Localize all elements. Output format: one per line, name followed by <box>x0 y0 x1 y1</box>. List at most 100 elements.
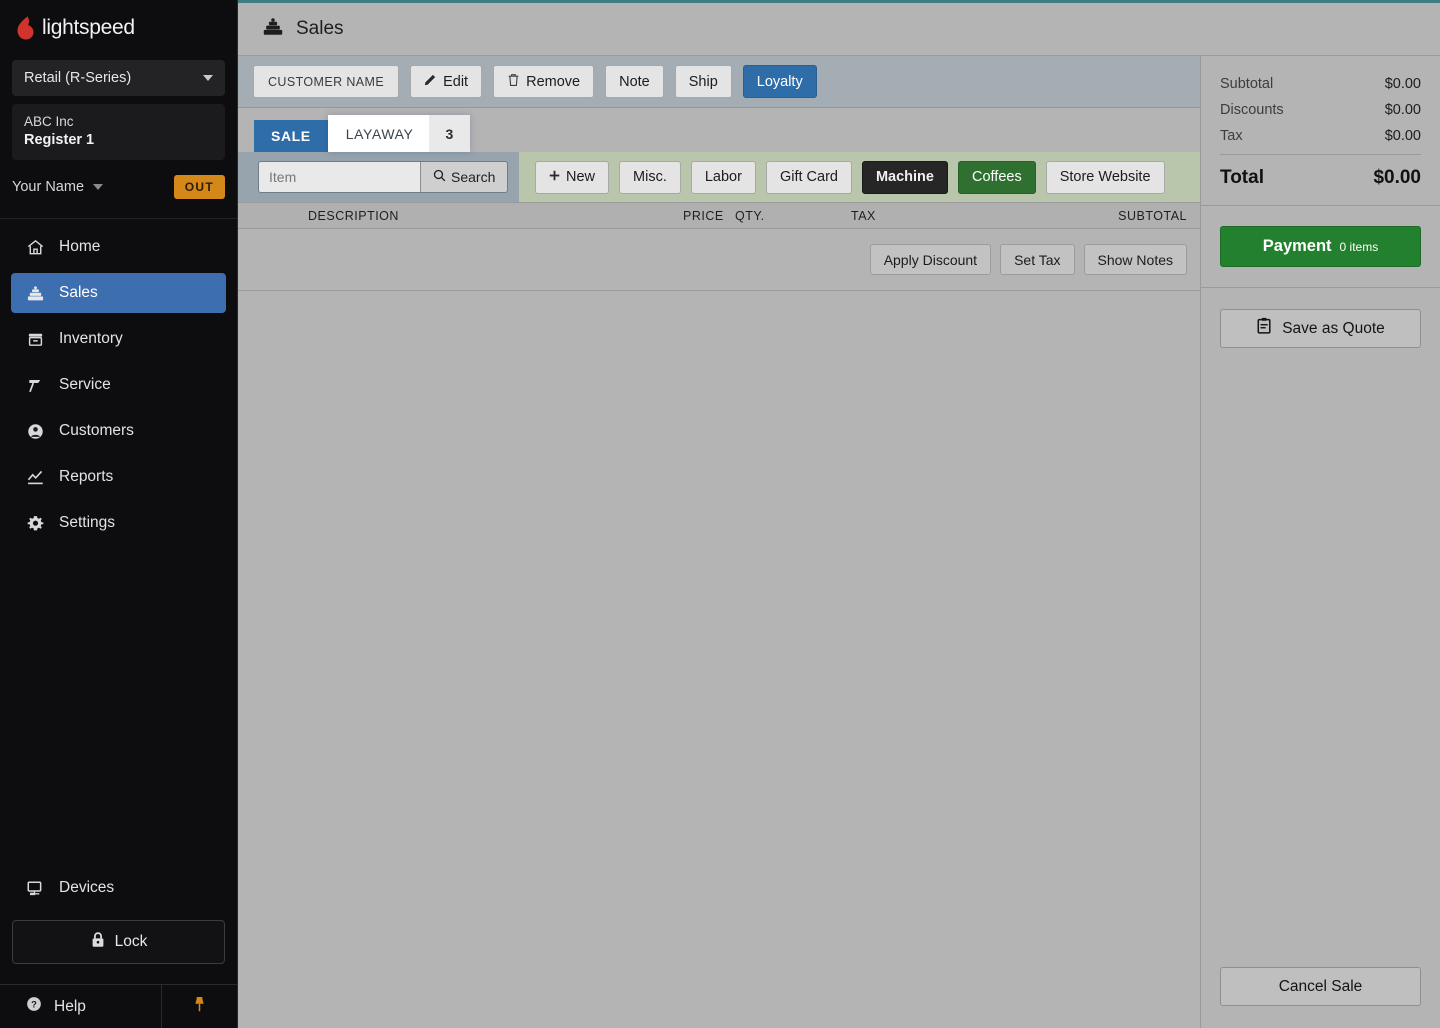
save-as-quote-label: Save as Quote <box>1282 319 1385 337</box>
remove-customer-button[interactable]: Remove <box>493 65 595 98</box>
home-icon <box>25 237 45 257</box>
search-button-label: Search <box>451 169 496 185</box>
clipboard-icon <box>1256 317 1273 340</box>
quick-coffees-button[interactable]: Coffees <box>957 160 1036 194</box>
sidebar-item-label: Inventory <box>59 330 123 347</box>
lock-button[interactable]: Lock <box>12 920 225 964</box>
sidebar-item-devices[interactable]: Devices <box>0 868 237 908</box>
store-company: ABC Inc <box>24 114 74 129</box>
totals-label: Discounts <box>1220 102 1284 118</box>
remove-customer-label: Remove <box>526 73 581 90</box>
monitor-icon <box>25 878 45 898</box>
quick-buttons: New Misc. Labor Gift Card Machine Coffee… <box>519 152 1200 202</box>
register-icon <box>25 283 45 303</box>
column-header-subtotal: SUBTOTAL <box>1118 208 1187 223</box>
quick-new-label: New <box>566 169 596 185</box>
sale-tabs: SALE LAYAWAY 3 <box>238 108 1200 152</box>
totals-value: $0.00 <box>1384 102 1421 118</box>
user-name: Your Name <box>12 179 85 195</box>
sidebar-item-label: Devices <box>59 879 115 896</box>
set-tax-button[interactable]: Set Tax <box>1000 244 1075 275</box>
tab-sale[interactable]: SALE <box>254 120 328 152</box>
quick-machine-button[interactable]: Machine <box>861 160 948 194</box>
sidebar-item-sales[interactable]: Sales <box>11 273 226 313</box>
totals-label: Tax <box>1220 128 1243 144</box>
cancel-section: Cancel Sale <box>1201 967 1440 1028</box>
sidebar-item-label: Customers <box>59 422 134 439</box>
sale-column: CUSTOMER NAME Edit Remove Note Ship Loya… <box>238 56 1201 1028</box>
quote-section: Save as Quote <box>1201 288 1440 348</box>
quick-labor-button[interactable]: Labor <box>690 160 756 194</box>
save-as-quote-button[interactable]: Save as Quote <box>1220 309 1421 348</box>
account-selector[interactable]: Retail (R-Series) <box>12 60 225 96</box>
totals-row-tax: Tax $0.00 <box>1220 128 1421 144</box>
payment-item-count: 0 items <box>1339 239 1379 254</box>
right-panel-spacer <box>1201 348 1440 967</box>
wrench-icon <box>25 375 45 395</box>
quick-gift-card-button[interactable]: Gift Card <box>765 160 852 194</box>
ship-button[interactable]: Ship <box>674 65 732 98</box>
total-label: Total <box>1220 167 1264 188</box>
quick-new-button[interactable]: New <box>535 160 610 194</box>
sidebar-divider <box>0 218 237 219</box>
loyalty-button[interactable]: Loyalty <box>742 65 817 98</box>
help-button[interactable]: ? Help <box>0 985 162 1028</box>
sidebar-item-reports[interactable]: Reports <box>11 457 226 497</box>
user-circle-icon <box>25 421 45 441</box>
column-header-price: PRICE <box>683 208 724 223</box>
register-icon <box>262 16 284 43</box>
lock-icon <box>90 931 106 954</box>
pin-sidebar-button[interactable] <box>162 985 237 1028</box>
totals-label: Subtotal <box>1220 76 1274 92</box>
show-notes-button[interactable]: Show Notes <box>1083 244 1187 275</box>
plus-icon <box>549 169 560 185</box>
sidebar-item-inventory[interactable]: Inventory <box>11 319 226 359</box>
sidebar-item-label: Home <box>59 238 101 255</box>
column-header-qty: QTY. <box>735 208 765 223</box>
clock-status-badge[interactable]: OUT <box>173 175 225 199</box>
sidebar-item-label: Sales <box>59 284 98 301</box>
cancel-sale-button[interactable]: Cancel Sale <box>1220 967 1421 1006</box>
main-area: Sales CUSTOMER NAME Edit Remove Note Shi… <box>238 0 1440 1028</box>
edit-customer-button[interactable]: Edit <box>410 65 483 98</box>
totals-row-discounts: Discounts $0.00 <box>1220 102 1421 118</box>
user-menu[interactable]: Your Name <box>12 179 104 195</box>
store-register: Register 1 <box>24 132 95 148</box>
payment-button[interactable]: Payment 0 items <box>1220 226 1421 267</box>
line-items-actions: Apply Discount Set Tax Show Notes <box>238 229 1200 291</box>
tab-layaway-label: LAYAWAY <box>345 125 414 142</box>
sidebar-item-service[interactable]: Service <box>11 365 226 405</box>
search-input[interactable] <box>259 162 420 192</box>
sidebar-item-home[interactable]: Home <box>11 227 226 267</box>
apply-discount-button[interactable]: Apply Discount <box>869 244 992 275</box>
lightspeed-flame-icon <box>16 16 35 40</box>
totals-panel: Subtotal $0.00 Discounts $0.00 Tax $0.00… <box>1201 56 1440 1028</box>
brand-name: lightspeed <box>42 16 135 39</box>
quick-misc-button[interactable]: Misc. <box>619 160 681 194</box>
item-search-zone: Search <box>238 152 519 202</box>
total-value: $0.00 <box>1373 167 1421 188</box>
page-title: Sales <box>296 18 344 39</box>
item-search-group: Search <box>258 161 509 193</box>
totals-value: $0.00 <box>1384 128 1421 144</box>
account-selector-value: Retail (R-Series) <box>24 70 132 86</box>
sidebar-item-settings[interactable]: Settings <box>11 503 226 543</box>
quick-store-website-button[interactable]: Store Website <box>1045 160 1165 194</box>
pencil-icon <box>424 73 437 90</box>
totals-divider <box>1220 154 1421 155</box>
search-button[interactable]: Search <box>420 162 508 192</box>
sidebar-footer: ? Help <box>0 984 237 1028</box>
sidebar: lightspeed Retail (R-Series) ABC Inc Reg… <box>0 0 238 1028</box>
tab-layaway-count: 3 <box>429 115 470 152</box>
pos-app: lightspeed Retail (R-Series) ABC Inc Reg… <box>0 0 1440 1028</box>
tab-layaway[interactable]: LAYAWAY 3 <box>327 115 470 152</box>
payment-label: Payment <box>1262 237 1332 255</box>
customer-name-button[interactable]: CUSTOMER NAME <box>253 65 400 98</box>
line-items-header: DESCRIPTION PRICE QTY. TAX SUBTOTAL <box>238 202 1200 229</box>
help-label: Help <box>54 997 86 1015</box>
note-button[interactable]: Note <box>605 65 664 98</box>
chevron-down-icon <box>203 75 213 81</box>
brand-logo: lightspeed <box>0 0 237 56</box>
sidebar-item-customers[interactable]: Customers <box>11 411 226 451</box>
